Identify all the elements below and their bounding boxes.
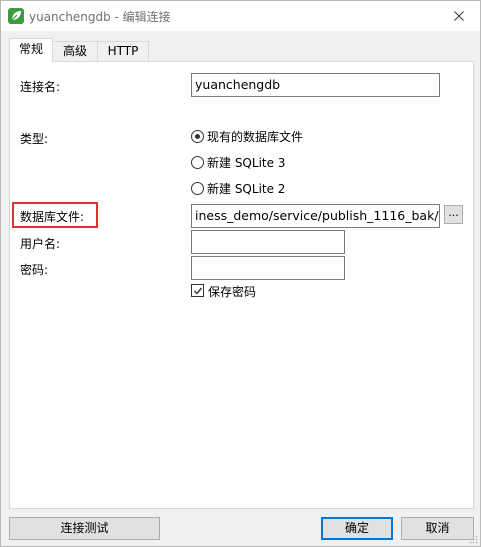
db-file-input[interactable]: iness_demo/service/publish_1116_bak/db bbox=[191, 204, 440, 228]
radio-existing-db-file-label: 现有的数据库文件 bbox=[207, 130, 304, 144]
db-file-label: 数据库文件: bbox=[20, 210, 85, 224]
tab-general-label: 常规 bbox=[18, 42, 43, 56]
tab-advanced[interactable]: 高级 bbox=[52, 41, 98, 61]
radio-new-sqlite2-label: 新建 SQLite 2 bbox=[207, 182, 286, 196]
close-button[interactable] bbox=[438, 1, 480, 31]
username-input[interactable] bbox=[191, 230, 345, 254]
leaf-icon bbox=[8, 8, 24, 24]
close-icon bbox=[454, 11, 464, 21]
connection-name-input[interactable]: yuanchengdb bbox=[191, 73, 440, 97]
save-password-checkbox[interactable] bbox=[191, 284, 204, 297]
type-label: 类型: bbox=[20, 132, 49, 146]
radio-new-sqlite3-label: 新建 SQLite 3 bbox=[207, 156, 286, 170]
title-bar[interactable]: yuanchengdb - 编辑连接 bbox=[1, 1, 480, 31]
edit-connection-dialog: yuanchengdb - 编辑连接 常规 高级 HTTP 连接名: yuanc… bbox=[0, 0, 481, 547]
test-connection-button[interactable]: 连接测试 bbox=[9, 517, 160, 540]
radio-button[interactable] bbox=[191, 182, 204, 195]
browse-button[interactable]: ... bbox=[444, 205, 463, 224]
password-label: 密码: bbox=[20, 263, 49, 277]
username-label: 用户名: bbox=[20, 237, 61, 251]
tab-general[interactable]: 常规 bbox=[9, 38, 53, 62]
save-password-label: 保存密码 bbox=[208, 285, 257, 299]
cancel-button[interactable]: 取消 bbox=[401, 517, 474, 540]
tab-http[interactable]: HTTP bbox=[97, 41, 149, 61]
password-input[interactable] bbox=[191, 256, 345, 280]
ok-button[interactable]: 确定 bbox=[321, 517, 393, 540]
tab-http-label: HTTP bbox=[107, 44, 139, 58]
resize-grip-icon[interactable] bbox=[468, 534, 478, 544]
radio-button-selected[interactable] bbox=[191, 130, 204, 143]
radio-button[interactable] bbox=[191, 156, 204, 169]
checkmark-icon bbox=[194, 287, 203, 295]
tab-advanced-label: 高级 bbox=[62, 44, 87, 58]
window-title: yuanchengdb - 编辑连接 bbox=[29, 10, 171, 24]
connection-name-label: 连接名: bbox=[20, 80, 61, 94]
